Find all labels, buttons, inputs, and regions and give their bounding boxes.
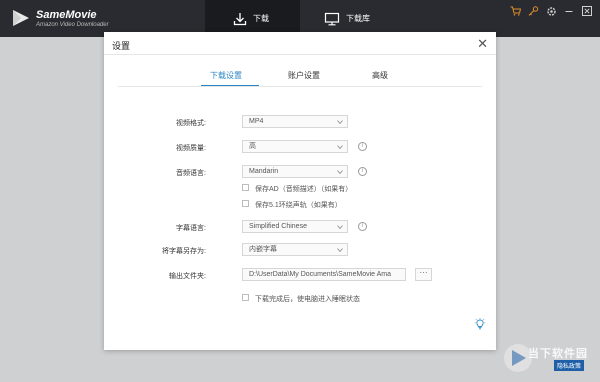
save-subtitle-as-select[interactable]: 内嵌字幕	[242, 243, 348, 256]
browse-folder-button[interactable]: ···	[415, 268, 432, 281]
app-name: SameMovie	[36, 9, 97, 21]
tab-advanced[interactable]: 高级	[372, 70, 388, 81]
cart-icon[interactable]	[508, 6, 522, 18]
chevron-down-icon	[337, 120, 343, 125]
tab-account-settings[interactable]: 账户设置	[288, 70, 320, 81]
header-divider	[104, 54, 496, 55]
subtitle-language-select[interactable]: Simplified Chinese	[242, 220, 348, 233]
window-controls	[504, 6, 594, 18]
gear-icon[interactable]	[544, 6, 558, 18]
chevron-down-icon	[337, 248, 343, 253]
output-folder-input[interactable]: D:\UserData\My Documents\SameMovie Ama	[242, 268, 406, 281]
app-subtitle: Amazon Video Downloader	[36, 22, 109, 28]
save-51-label: 保存5.1环绕声轨（如果有）	[255, 202, 342, 209]
key-icon[interactable]	[526, 6, 540, 18]
settings-dialog: 设置 ✕ 下载设置 账户设置 高级 视频格式: MP4 视频质量: 高 i 音频…	[104, 32, 496, 350]
minimize-icon[interactable]	[562, 6, 576, 18]
video-format-select[interactable]: MP4	[242, 115, 348, 128]
tab-download-label: 下载	[253, 14, 269, 23]
save-subtitle-as-label: 将字幕另存为:	[162, 248, 206, 255]
output-folder-label: 输出文件夹:	[169, 273, 206, 280]
info-icon[interactable]: i	[358, 142, 367, 151]
video-format-label: 视频格式:	[176, 120, 206, 127]
audio-language-value: Mandarin	[249, 168, 279, 175]
video-format-value: MP4	[249, 118, 264, 125]
save-ad-checkbox[interactable]	[242, 184, 249, 191]
chevron-down-icon	[337, 225, 343, 230]
monitor-icon	[324, 12, 340, 25]
video-quality-label: 视频质量:	[176, 145, 206, 152]
lightbulb-icon[interactable]	[474, 318, 486, 330]
chevron-down-icon	[337, 145, 343, 150]
audio-language-select[interactable]: Mandarin	[242, 165, 348, 178]
info-icon[interactable]: i	[358, 167, 367, 176]
download-icon	[233, 12, 247, 25]
video-quality-select[interactable]: 高	[242, 140, 348, 153]
save-51-checkbox[interactable]	[242, 200, 249, 207]
tabs-divider	[118, 86, 482, 87]
video-quality-value: 高	[249, 143, 256, 150]
chevron-down-icon	[337, 170, 343, 175]
info-icon[interactable]: i	[358, 222, 367, 231]
subtitle-language-label: 字幕语言:	[176, 225, 206, 232]
dialog-title: 设置	[112, 41, 131, 51]
sleep-after-label: 下载完成后，使电脑进入睡眠状态	[255, 296, 360, 303]
watermark-text: 当下软件园	[528, 348, 588, 360]
tab-download-settings[interactable]: 下载设置	[210, 70, 242, 81]
tab-library-label: 下载库	[346, 14, 370, 23]
sleep-after-checkbox[interactable]	[242, 294, 249, 301]
subtitle-language-value: Simplified Chinese	[249, 223, 307, 230]
audio-language-label: 音频语言:	[176, 170, 206, 177]
watermark-privacy-link[interactable]: 隐私政策	[554, 360, 585, 371]
save-ad-label: 保存AD（音频描述）（如果有）	[255, 186, 353, 193]
save-subtitle-as-value: 内嵌字幕	[249, 246, 277, 253]
close-icon[interactable]: ✕	[477, 36, 488, 52]
close-window-icon[interactable]	[580, 6, 594, 18]
settings-tabs: 下载设置 账户设置 高级	[104, 70, 496, 86]
samemovie-logo-icon	[13, 10, 29, 26]
